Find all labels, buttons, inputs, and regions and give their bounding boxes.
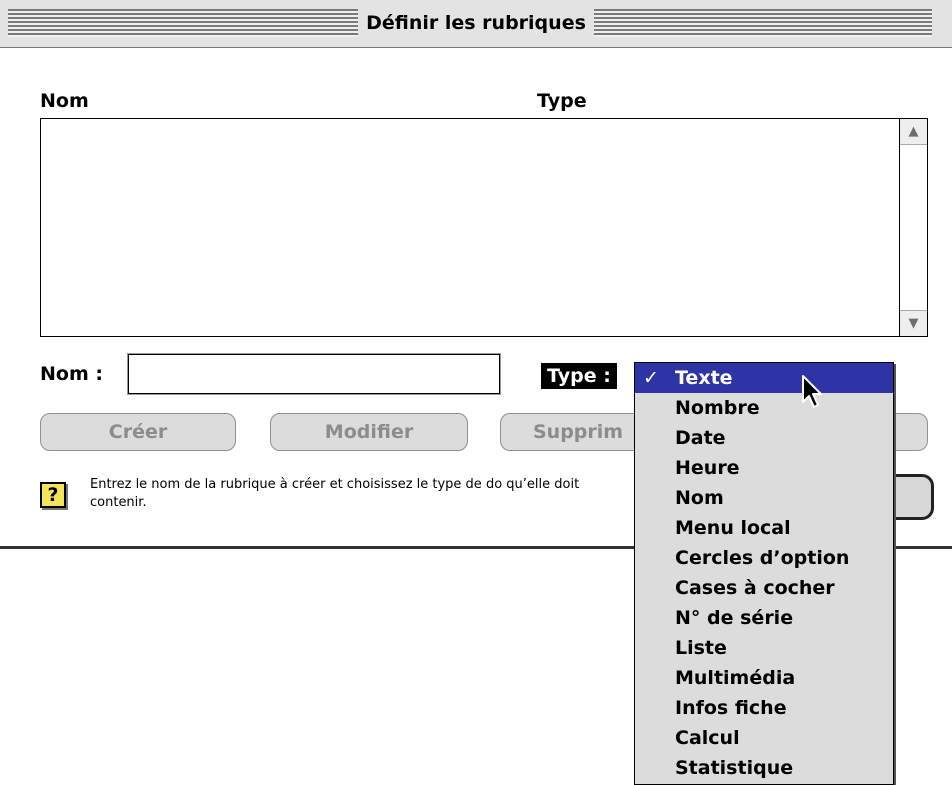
menu-item-label: Calcul xyxy=(675,727,740,749)
type-popup-menu[interactable]: ✓ Texte Nombre Date Heure Nom Menu local… xyxy=(634,362,894,785)
delete-button[interactable]: Supprim xyxy=(500,413,650,451)
window-title: Définir les rubriques xyxy=(358,9,594,37)
type-popup-label[interactable]: Type : xyxy=(541,363,617,389)
fields-list[interactable]: ▲ ▼ xyxy=(40,118,928,337)
menu-item-label: Liste xyxy=(675,637,727,659)
menu-item-label: N° de série xyxy=(675,607,794,629)
create-button[interactable]: Créer xyxy=(40,413,236,451)
menu-item-label: Infos fiche xyxy=(675,697,787,719)
menu-item-label: Cercles d’option xyxy=(675,547,850,569)
menu-item-label: Nombre xyxy=(675,397,760,419)
menu-item-label: Menu local xyxy=(675,517,791,539)
mouse-pointer-icon xyxy=(802,375,822,408)
title-container: Définir les rubriques xyxy=(0,9,952,37)
checkmark-icon: ✓ xyxy=(643,367,659,389)
menu-item-nom[interactable]: Nom xyxy=(635,483,893,513)
menu-item-liste[interactable]: Liste xyxy=(635,633,893,663)
menu-item-label: Heure xyxy=(675,457,740,479)
menu-item-date[interactable]: Date xyxy=(635,423,893,453)
menu-item-label: Date xyxy=(675,427,726,449)
menu-item-cercles-option[interactable]: Cercles d’option xyxy=(635,543,893,573)
scroll-down-arrow-icon[interactable]: ▼ xyxy=(900,310,927,336)
menu-item-heure[interactable]: Heure xyxy=(635,453,893,483)
question-mark-icon: ? xyxy=(40,482,66,508)
column-header-name: Nom xyxy=(40,90,89,112)
menu-item-multimedia[interactable]: Multimédia xyxy=(635,663,893,693)
menu-item-label: Texte xyxy=(675,367,733,389)
title-bar[interactable]: Définir les rubriques xyxy=(0,0,952,48)
menu-item-label: Multimédia xyxy=(675,667,796,689)
menu-item-numero-serie[interactable]: N° de série xyxy=(635,603,893,633)
menu-item-menu-local[interactable]: Menu local xyxy=(635,513,893,543)
menu-item-infos-fiche[interactable]: Infos fiche xyxy=(635,693,893,723)
column-header-type: Type xyxy=(537,90,587,112)
modify-button[interactable]: Modifier xyxy=(270,413,468,451)
menu-item-nombre[interactable]: Nombre xyxy=(635,393,893,423)
menu-item-calcul[interactable]: Calcul xyxy=(635,723,893,753)
menu-item-label: Nom xyxy=(675,487,724,509)
menu-item-statistique[interactable]: Statistique xyxy=(635,753,893,783)
help-text: Entrez le nom de la rubrique à créer et … xyxy=(90,477,580,510)
menu-item-label: Statistique xyxy=(675,757,794,779)
scroll-up-arrow-icon[interactable]: ▲ xyxy=(900,119,927,145)
name-input[interactable] xyxy=(127,353,501,395)
menu-item-label: Cases à cocher xyxy=(675,577,835,599)
menu-item-texte[interactable]: ✓ Texte xyxy=(635,363,893,393)
name-field-label: Nom : xyxy=(40,363,103,385)
menu-item-cases-cocher[interactable]: Cases à cocher xyxy=(635,573,893,603)
vertical-scrollbar[interactable]: ▲ ▼ xyxy=(899,119,927,336)
